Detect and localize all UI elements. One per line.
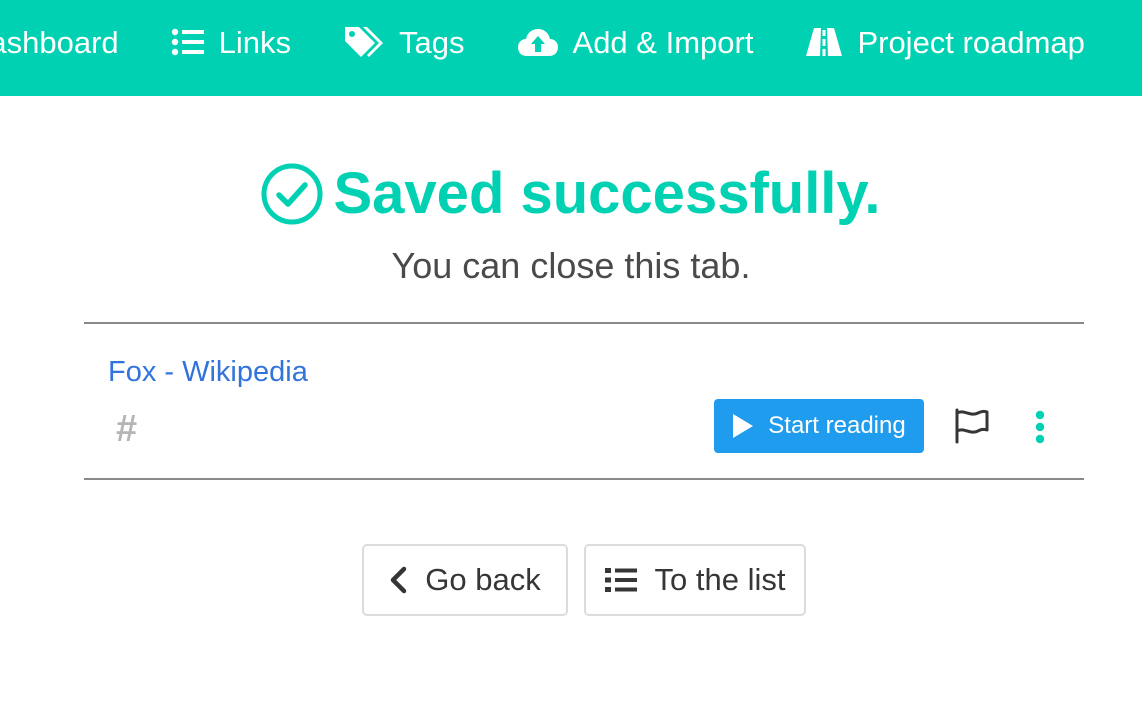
more-options-icon[interactable] (1032, 410, 1048, 449)
play-icon (732, 413, 754, 439)
top-navbar: Dashboard Links (0, 0, 1142, 96)
saved-link-card: Fox - Wikipedia # Start reading (84, 322, 1084, 480)
go-back-button[interactable]: Go back (362, 544, 568, 616)
nav-item-label: Project roadmap (857, 24, 1085, 60)
success-title: Saved successfully. (333, 161, 881, 226)
list-icon (171, 28, 205, 56)
nav-item-add-import[interactable]: Add & Import (517, 24, 754, 60)
list-icon (604, 567, 637, 593)
go-back-label: Go back (425, 562, 541, 597)
to-the-list-label: To the list (654, 562, 786, 597)
nav-item-project-roadmap[interactable]: Project roadmap (805, 24, 1085, 60)
nav-item-label: Links (218, 24, 292, 60)
nav-item-tags[interactable]: Tags (343, 24, 465, 60)
hashtag-icon[interactable]: # (116, 410, 137, 448)
chevron-left-icon (389, 566, 407, 594)
flag-icon[interactable] (954, 408, 990, 449)
nav-item-label: Dashboard (0, 24, 119, 60)
link-title[interactable]: Fox - Wikipedia (108, 358, 308, 387)
tags-icon (343, 25, 385, 59)
nav-item-label: Add & Import (572, 24, 754, 60)
success-subtitle: You can close this tab. (391, 245, 751, 286)
start-reading-label: Start reading (768, 412, 906, 439)
success-heading: Saved successfully. (0, 163, 1142, 225)
check-circle-icon (261, 163, 323, 225)
road-icon (805, 28, 843, 56)
nav-item-dashboard[interactable]: Dashboard (0, 27, 119, 58)
to-the-list-button[interactable]: To the list (584, 544, 806, 616)
start-reading-button[interactable]: Start reading (714, 399, 924, 453)
nav-item-links[interactable]: Links (171, 27, 291, 58)
nav-items: Dashboard Links (0, 0, 1137, 84)
cloud-upload-icon (517, 27, 559, 57)
nav-item-label: Tags (399, 24, 465, 60)
